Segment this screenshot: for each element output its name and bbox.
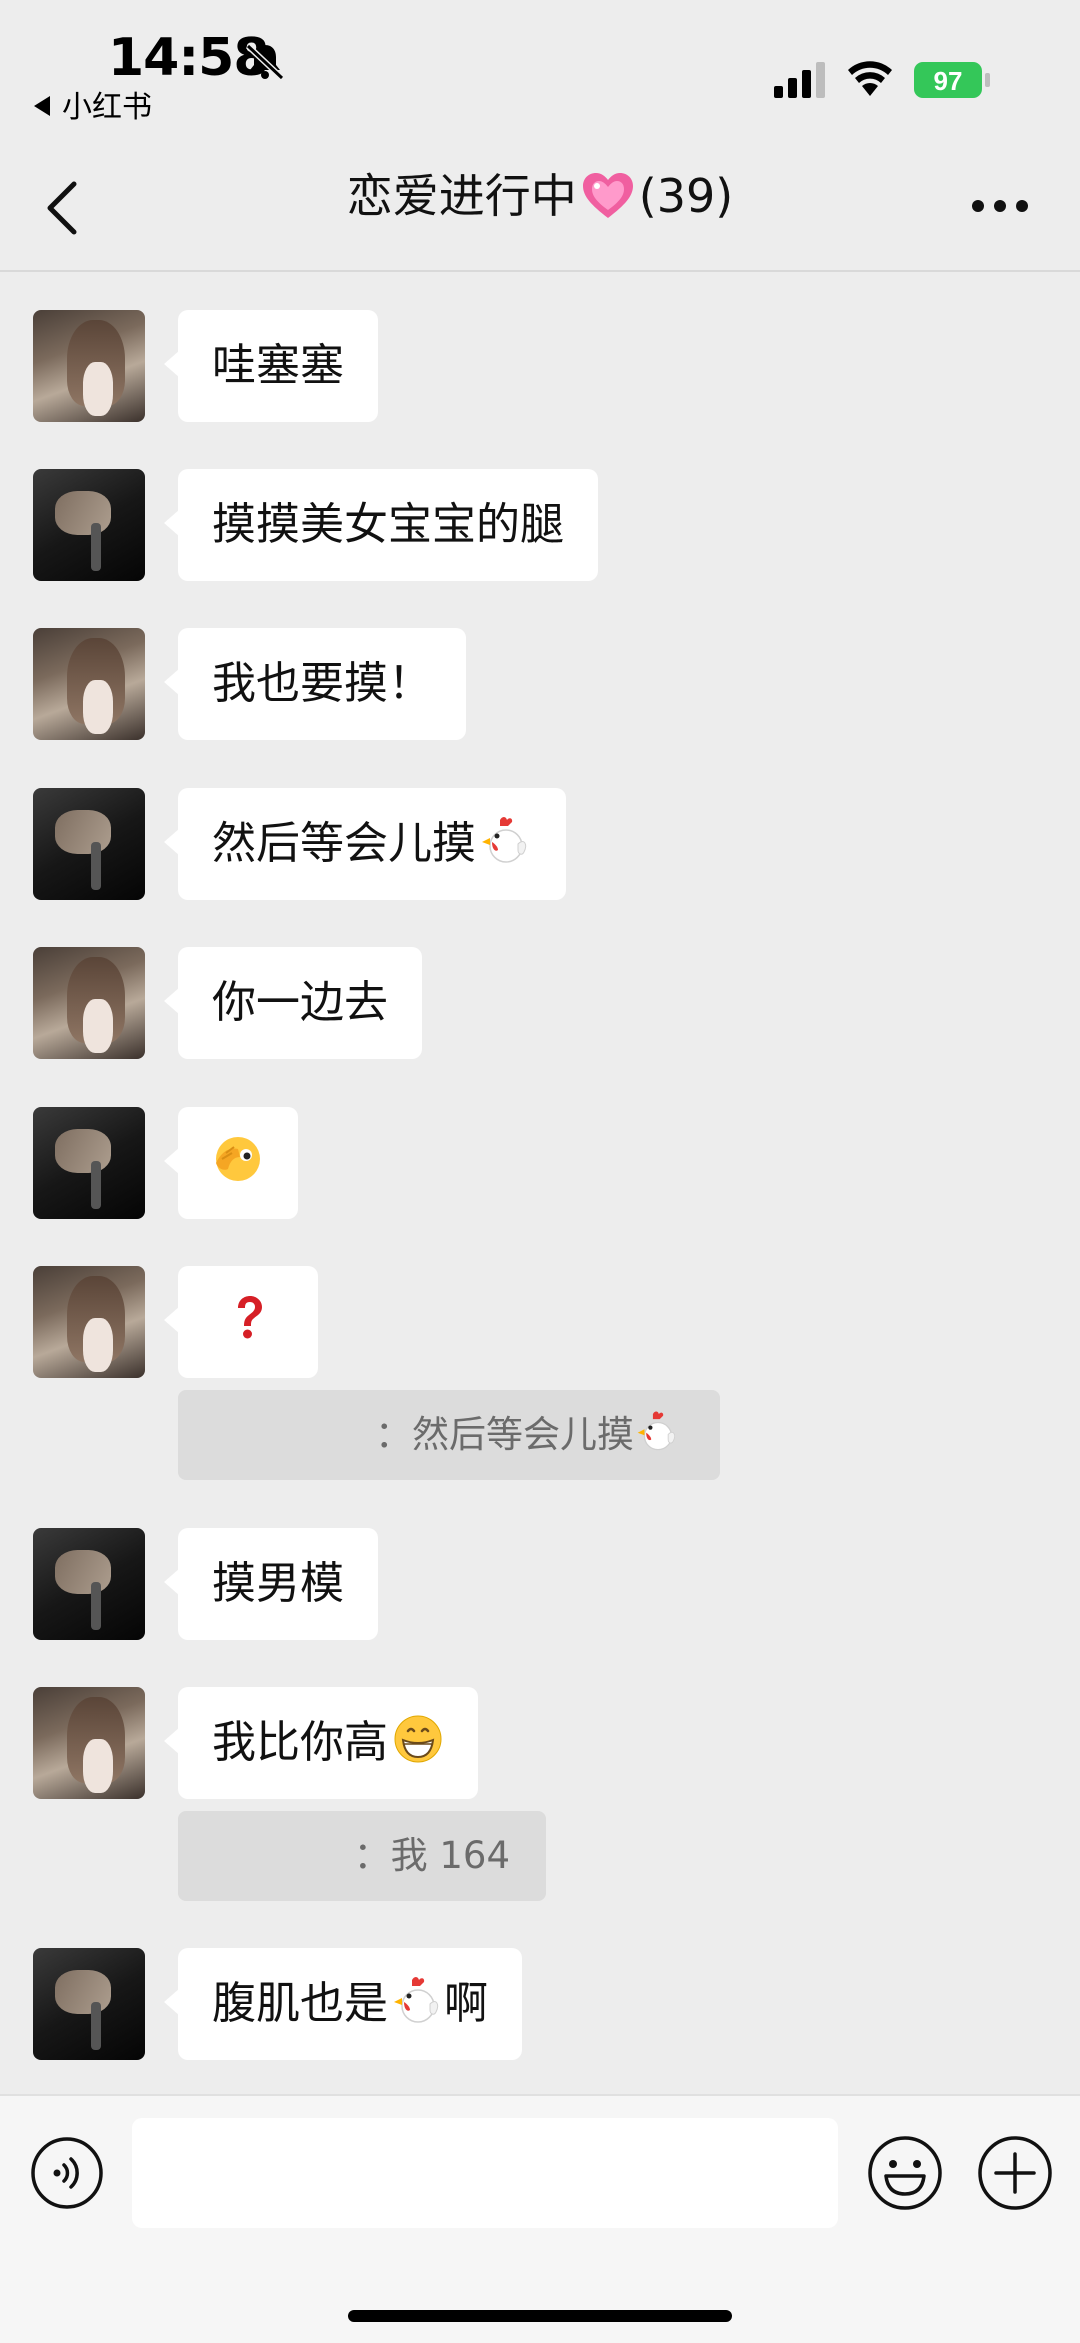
message-bubble[interactable]: 然后等会儿摸 (164, 788, 566, 900)
avatar[interactable] (33, 947, 145, 1059)
message-bubble[interactable]: 摸摸美女宝宝的腿 (164, 469, 598, 581)
pink-sparkling-heart-icon (582, 173, 633, 218)
avatar[interactable] (33, 310, 145, 422)
cellular-signal-icon (774, 62, 825, 98)
grinning-face-icon (392, 1713, 444, 1765)
avatar[interactable] (33, 1266, 145, 1378)
message-bubble[interactable]: 腹肌也是啊 (164, 1948, 522, 2060)
back-to-app-link[interactable]: 小红书 (34, 82, 152, 126)
message-bubble[interactable]: 你一边去 (164, 947, 422, 1059)
avatar[interactable] (33, 1528, 145, 1640)
message-input[interactable] (132, 2118, 838, 2228)
chat-title-text: 恋爱进行中 (346, 169, 577, 223)
avatar[interactable] (33, 1687, 145, 1799)
red-question-mark-icon (222, 1292, 274, 1344)
back-app-label: 小红书 (62, 90, 152, 125)
message-bubble[interactable]: 哇塞塞 (164, 310, 378, 422)
avatar[interactable] (33, 628, 145, 740)
avatar[interactable] (33, 1107, 145, 1219)
message-list: 哇塞塞 摸摸美女宝宝的腿 我也要摸！ 然后等会儿摸 你一边去 ：然后等会儿摸 摸… (0, 272, 1080, 2094)
quoted-message[interactable]: ：我 164 (178, 1811, 546, 1901)
emoji-picker-icon[interactable] (866, 2134, 944, 2212)
more-functions-plus-icon[interactable] (976, 2134, 1054, 2212)
muted-bell-icon (245, 43, 285, 81)
rooster-icon (392, 1974, 444, 2026)
rooster-icon (636, 1409, 680, 1453)
peeking-face-icon (212, 1133, 264, 1185)
battery-level: 97 (934, 66, 963, 96)
avatar[interactable] (33, 469, 145, 581)
status-bar: 14:58 小红书 97 (0, 0, 1080, 130)
chat-header: 恋爱进行中 (39) (0, 130, 1080, 272)
chat-title: 恋爱进行中 (39) (0, 160, 1080, 226)
message-bubble[interactable]: 我也要摸！ (164, 628, 466, 740)
home-indicator (348, 2310, 732, 2322)
battery-icon: 97 (914, 62, 990, 98)
wifi-icon (848, 61, 892, 96)
avatar[interactable] (33, 788, 145, 900)
voice-input-icon[interactable] (30, 2136, 104, 2210)
more-options-icon[interactable] (972, 200, 1028, 216)
message-bubble[interactable] (164, 1266, 318, 1378)
message-bubble[interactable]: 我比你高 (164, 1687, 478, 1799)
avatar[interactable] (33, 1948, 145, 2060)
back-triangle-icon (34, 96, 50, 116)
input-bar (0, 2094, 1080, 2343)
message-bubble[interactable]: 摸男模 (164, 1528, 378, 1640)
message-bubble[interactable] (164, 1107, 298, 1219)
quoted-message[interactable]: ：然后等会儿摸 (178, 1390, 720, 1480)
rooster-icon (480, 814, 532, 866)
member-count: (39) (638, 169, 734, 223)
